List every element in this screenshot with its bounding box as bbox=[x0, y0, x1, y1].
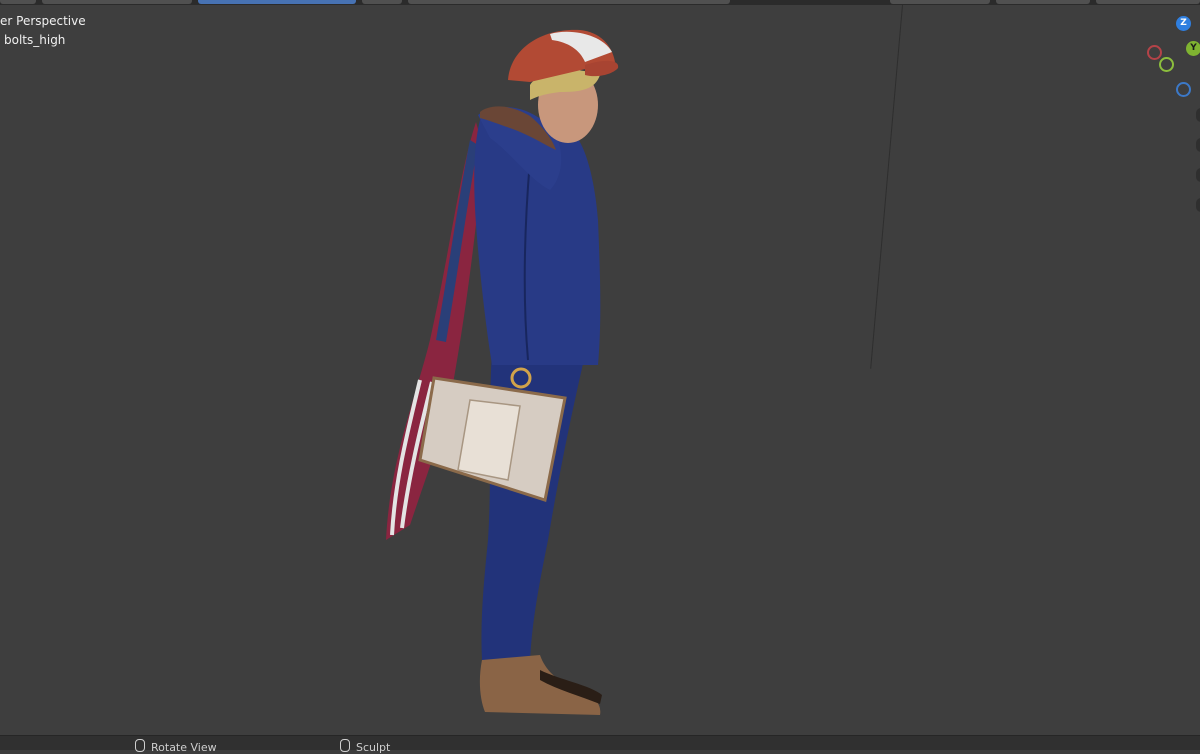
header-button[interactable] bbox=[890, 0, 990, 4]
projection-button[interactable] bbox=[1196, 198, 1200, 212]
mouse-left-icon bbox=[340, 739, 350, 752]
status-sculpt: Sculpt bbox=[340, 739, 390, 754]
sculpted-character-model[interactable] bbox=[380, 20, 630, 720]
reference-line bbox=[870, 5, 903, 369]
axis-z-label: Z bbox=[1180, 18, 1187, 28]
active-object-label: bolts_high bbox=[4, 33, 66, 47]
header-button[interactable] bbox=[408, 0, 730, 4]
axis-x-handle[interactable] bbox=[1159, 57, 1174, 72]
pan-button[interactable] bbox=[1196, 138, 1200, 152]
header-button[interactable] bbox=[42, 0, 192, 4]
rotate-view-label: Rotate View bbox=[151, 741, 217, 754]
header-button[interactable] bbox=[362, 0, 402, 4]
3d-viewport[interactable]: er Perspective bolts_high Z Y bbox=[0, 0, 1200, 735]
header-button[interactable] bbox=[0, 0, 36, 4]
sculpt-label: Sculpt bbox=[356, 741, 391, 754]
camera-button[interactable] bbox=[1196, 168, 1200, 182]
axis-negative-y-handle[interactable] bbox=[1176, 82, 1191, 97]
mouse-middle-icon bbox=[135, 739, 145, 752]
axis-y-label: Y bbox=[1190, 43, 1197, 53]
view-perspective-label: er Perspective bbox=[0, 14, 86, 28]
zoom-button[interactable] bbox=[1196, 108, 1200, 122]
status-rotate-view: Rotate View bbox=[135, 739, 217, 754]
status-bar: Rotate View Sculpt bbox=[0, 735, 1200, 754]
viewport-header bbox=[0, 0, 1200, 5]
boot bbox=[479, 655, 601, 715]
briefcase-flap bbox=[457, 399, 521, 481]
header-button-active[interactable] bbox=[198, 0, 356, 4]
axis-y-handle[interactable]: Y bbox=[1186, 41, 1200, 56]
navigation-gizmo[interactable]: Z Y bbox=[1140, 10, 1200, 105]
axis-z-handle[interactable]: Z bbox=[1176, 16, 1191, 31]
header-button[interactable] bbox=[1096, 0, 1200, 4]
header-button[interactable] bbox=[996, 0, 1090, 4]
axis-negative-x-handle[interactable] bbox=[1147, 45, 1162, 60]
